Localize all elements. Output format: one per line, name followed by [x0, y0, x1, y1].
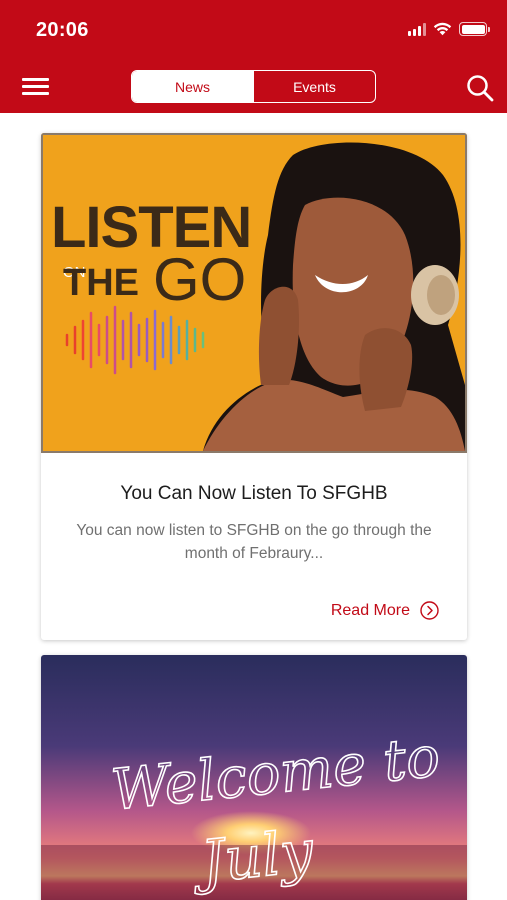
status-time: 20:06	[36, 19, 89, 41]
search-icon[interactable]	[465, 73, 495, 103]
the-text: THE	[63, 262, 139, 304]
news-card-image: Welcome to July	[41, 655, 467, 900]
nav-bar: News Events	[0, 62, 507, 113]
status-bar: 20:06	[0, 0, 507, 62]
chevron-right-circle-icon	[420, 601, 439, 620]
app-header: 20:06 News Events	[0, 0, 507, 113]
read-more-label: Read More	[330, 601, 410, 619]
news-card-description: You can now listen to SFGHB on the go th…	[76, 522, 432, 562]
news-events-toggle: News Events	[131, 70, 376, 103]
wifi-icon	[433, 22, 452, 36]
news-card-image: LISTEN ON THE GO	[41, 133, 467, 453]
battery-icon	[459, 22, 490, 36]
july-script-text: July	[188, 817, 318, 898]
read-more-link[interactable]: Read More	[331, 601, 439, 620]
news-card[interactable]: LISTEN ON THE GO You Can Now Listen To S…	[41, 133, 467, 640]
news-card[interactable]: Welcome to July	[41, 655, 467, 900]
signal-icon	[408, 22, 426, 36]
app-screen: 20:06 News Events LISTEN ON THE GO You C…	[0, 0, 507, 900]
go-text: GO	[153, 246, 246, 313]
tab-events[interactable]: Events	[253, 71, 375, 102]
menu-icon[interactable]	[22, 76, 49, 96]
tab-news[interactable]: News	[132, 71, 253, 102]
status-icons	[408, 22, 490, 36]
news-card-title: You Can Now Listen To SFGHB	[120, 483, 388, 504]
